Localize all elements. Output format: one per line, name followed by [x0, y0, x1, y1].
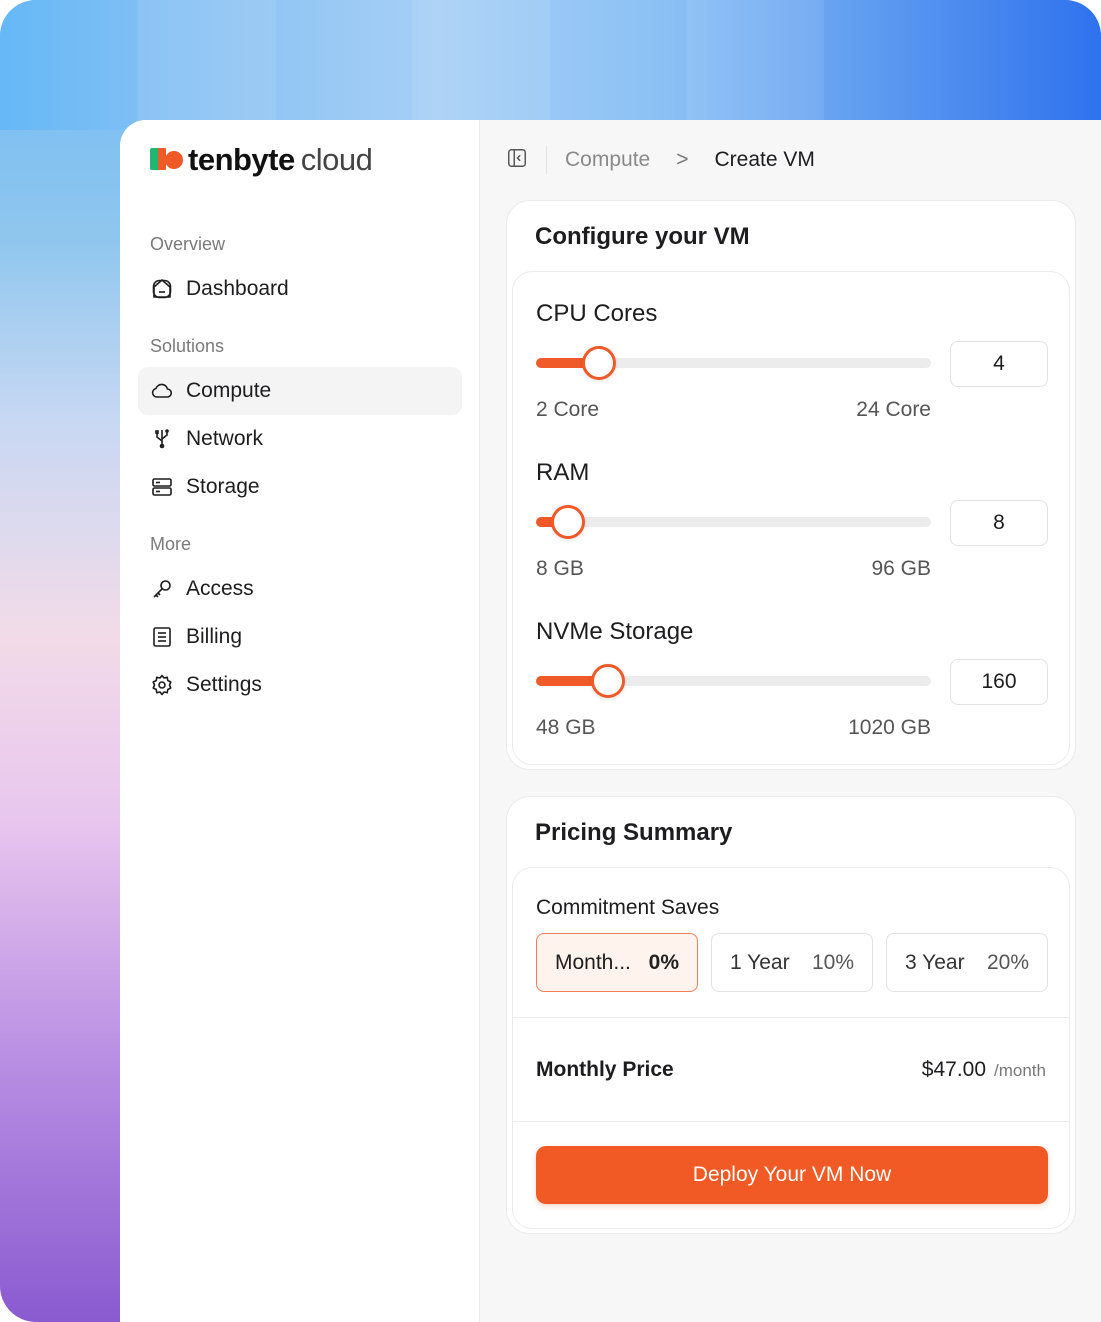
storage-slider[interactable] [536, 664, 931, 698]
option-discount: 20% [986, 950, 1029, 974]
sidebar-item-network[interactable]: Network [138, 415, 462, 463]
option-label: Month... [555, 950, 631, 974]
pricing-divider [513, 1121, 1069, 1122]
pricing-inner-panel: Commitment Saves Month... 0% 1 Year 10% … [512, 867, 1070, 1229]
sidebar-item-compute[interactable]: Compute [138, 367, 462, 415]
monthly-price-value: $47.00 /month [922, 1058, 1046, 1082]
sidebar-item-label: Storage [186, 475, 260, 498]
dashboard-icon [150, 277, 174, 301]
pricing-divider [513, 1017, 1069, 1018]
sidebar-item-label: Access [186, 577, 254, 600]
sidebar-item-storage[interactable]: Storage [138, 463, 462, 511]
configure-vm-card: Configure your VM CPU Cores 4 2 Core 24 … [506, 200, 1076, 770]
sidebar-toggle-icon[interactable] [506, 147, 528, 174]
brand-suffix: cloud [300, 142, 373, 177]
breadcrumb-parent[interactable]: Compute [565, 148, 650, 172]
option-label: 3 Year [905, 950, 965, 974]
pricing-summary-card: Pricing Summary Commitment Saves Month..… [506, 796, 1076, 1234]
price-period: /month [994, 1061, 1046, 1080]
cpu-slider[interactable] [536, 346, 931, 380]
ram-slider-handle[interactable] [551, 505, 585, 539]
key-icon [150, 577, 174, 601]
sidebar-item-label: Settings [186, 673, 262, 696]
option-label: 1 Year [730, 950, 790, 974]
network-icon [150, 427, 174, 451]
ram-slider[interactable] [536, 505, 931, 539]
deploy-vm-button[interactable]: Deploy Your VM Now [536, 1146, 1048, 1204]
breadcrumb-current: Create VM [714, 148, 815, 171]
storage-icon [150, 475, 174, 499]
option-discount: 0% [648, 950, 679, 974]
sidebar-item-access[interactable]: Access [138, 565, 462, 613]
commitment-option-monthly[interactable]: Month... 0% [536, 933, 698, 992]
ram-value-input[interactable]: 8 [950, 500, 1048, 546]
option-discount: 10% [811, 950, 854, 974]
storage-value-input[interactable]: 160 [950, 659, 1048, 705]
sidebar-item-label: Network [186, 427, 264, 450]
sidebar-item-settings[interactable]: Settings [138, 661, 462, 709]
storage-label: NVMe Storage [536, 618, 694, 645]
pricing-title: Pricing Summary [535, 819, 733, 846]
breadcrumb: Compute > Create VM [565, 148, 815, 172]
cloud-icon [150, 379, 174, 403]
cpu-max-label: 24 Core [856, 398, 931, 421]
brand-name: tenbyte [188, 142, 295, 177]
configure-inner-panel: CPU Cores 4 2 Core 24 Core RAM 8 8 GB 96… [512, 271, 1070, 765]
gear-icon [150, 673, 174, 697]
sidebar-item-billing[interactable]: Billing [138, 613, 462, 661]
section-label-solutions: Solutions [150, 336, 225, 356]
section-label-more: More [150, 534, 192, 554]
app-window: tenbyte cloud Overview Dashboard Solutio… [120, 120, 1101, 1322]
receipt-icon [150, 625, 174, 649]
price-amount: $47.00 [921, 1058, 987, 1081]
cpu-value-input[interactable]: 4 [950, 341, 1048, 387]
chevron-right-icon: > [676, 148, 689, 171]
ram-max-label: 96 GB [871, 557, 931, 580]
sidebar-item-label: Dashboard [186, 277, 289, 300]
sidebar-item-label: Compute [186, 379, 272, 402]
background-stripe [412, 0, 550, 130]
monthly-price-label: Monthly Price [536, 1058, 674, 1081]
top-bar: Compute > Create VM [480, 120, 1101, 200]
cpu-slider-handle[interactable] [582, 346, 617, 380]
logo-mark-icon [150, 148, 184, 172]
commitment-option-3-year[interactable]: 3 Year 20% [886, 933, 1048, 992]
section-label-overview: Overview [150, 234, 226, 254]
background-stripe [138, 0, 276, 130]
cpu-label: CPU Cores [536, 300, 658, 327]
brand-logo[interactable]: tenbyte cloud [150, 140, 373, 180]
ram-label: RAM [536, 459, 590, 486]
sidebar: tenbyte cloud Overview Dashboard Solutio… [120, 120, 480, 1322]
topbar-divider [546, 146, 547, 174]
commitment-label: Commitment Saves [536, 896, 720, 919]
main-content: Compute > Create VM Configure your VM CP… [480, 120, 1101, 1322]
background-stripe [686, 0, 824, 130]
sidebar-item-label: Billing [186, 625, 243, 648]
storage-slider-handle[interactable] [590, 664, 625, 698]
storage-max-label: 1020 GB [848, 716, 931, 739]
commitment-option-1-year[interactable]: 1 Year 10% [711, 933, 873, 992]
sidebar-item-dashboard[interactable]: Dashboard [138, 265, 462, 313]
configure-title: Configure your VM [535, 223, 750, 250]
